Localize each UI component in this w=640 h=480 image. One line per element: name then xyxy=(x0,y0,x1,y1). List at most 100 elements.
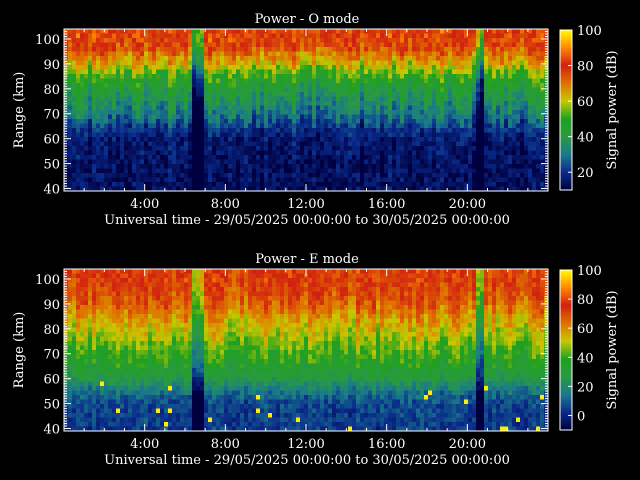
heatmap-cell xyxy=(104,155,109,160)
heatmap-cell xyxy=(420,132,425,138)
heatmap-cell xyxy=(432,173,437,178)
heatmap-cell xyxy=(516,92,521,97)
heatmap-cell xyxy=(444,177,449,183)
heatmap-cell xyxy=(528,164,533,169)
heatmap-cell xyxy=(360,137,365,142)
heatmap-cell xyxy=(480,83,485,88)
heatmap-cell xyxy=(80,159,85,165)
heatmap-cell xyxy=(248,168,253,174)
heatmap-cell xyxy=(448,159,453,165)
heatmap-cell xyxy=(92,114,97,120)
heatmap-cell xyxy=(320,87,325,93)
heatmap-cell xyxy=(228,128,233,133)
heatmap-cell xyxy=(428,146,433,151)
heatmap-cell xyxy=(528,92,533,97)
heatmap-cell xyxy=(244,101,249,106)
heatmap-cell xyxy=(152,141,157,147)
heatmap-cell xyxy=(492,273,497,279)
heatmap-cell xyxy=(168,29,173,34)
heatmap-cell xyxy=(280,119,285,124)
heatmap-cell xyxy=(356,56,361,61)
heatmap-cell xyxy=(300,182,305,187)
heatmap-cell xyxy=(256,137,261,142)
heatmap-cell xyxy=(256,278,261,283)
heatmap-cell xyxy=(464,137,469,142)
heatmap-cell xyxy=(476,29,481,34)
heatmap-cell xyxy=(312,123,317,129)
heatmap-cell xyxy=(140,150,145,156)
heatmap-cell xyxy=(540,33,545,39)
heatmap-cell xyxy=(484,128,489,133)
heatmap-cell xyxy=(444,29,449,34)
heatmap-cell xyxy=(272,96,277,102)
heatmap-cell xyxy=(368,38,373,43)
heatmap-cell xyxy=(380,177,385,183)
heatmap-cell xyxy=(212,38,217,43)
heatmap-cell xyxy=(520,123,525,129)
heatmap-cell xyxy=(176,83,181,88)
heatmap-cell xyxy=(384,164,389,169)
heatmap-cell xyxy=(256,159,261,165)
heatmap-cell xyxy=(276,51,281,57)
heatmap-cell xyxy=(384,278,389,283)
heatmap-cell xyxy=(316,146,321,151)
heatmap-cell xyxy=(316,87,321,93)
heatmap-cell xyxy=(212,128,217,133)
heatmap-cell xyxy=(492,177,497,183)
heatmap-cell xyxy=(508,150,513,156)
heatmap-cell xyxy=(68,137,73,142)
heatmap-cell xyxy=(200,38,205,43)
heatmap-cell xyxy=(384,105,389,111)
heatmap-cell xyxy=(92,105,97,111)
heatmap-cell xyxy=(76,96,81,102)
heatmap-cell xyxy=(508,83,513,88)
heatmap-cell xyxy=(112,114,117,120)
heatmap-cell xyxy=(440,150,445,156)
heatmap-cell xyxy=(240,78,245,84)
heatmap-cell xyxy=(192,164,197,169)
heatmap-cell xyxy=(460,69,465,75)
heatmap-cell xyxy=(96,56,101,61)
heatmap-cell xyxy=(288,47,293,52)
heatmap-cell xyxy=(516,74,521,79)
heatmap-cell xyxy=(416,56,421,61)
heatmap-cell xyxy=(88,114,93,120)
heatmap-cell xyxy=(484,273,489,279)
heatmap-cell xyxy=(332,96,337,102)
heatmap-cell xyxy=(464,155,469,160)
heatmap-cell xyxy=(184,51,189,57)
heatmap-cell xyxy=(356,177,361,183)
heatmap-cell xyxy=(92,128,97,133)
heatmap-cell xyxy=(332,60,337,66)
heatmap-cell xyxy=(528,42,533,48)
heatmap-cell xyxy=(104,159,109,165)
heatmap-cell xyxy=(84,141,89,147)
heatmap-cell xyxy=(488,60,493,66)
heatmap-cell xyxy=(532,273,537,279)
heatmap-cell xyxy=(320,168,325,174)
heatmap-cell xyxy=(464,87,469,93)
heatmap-cell xyxy=(404,173,409,178)
heatmap-cell xyxy=(424,269,429,274)
heatmap-cell xyxy=(396,47,401,52)
heatmap-cell xyxy=(160,164,165,169)
heatmap-cell xyxy=(264,146,269,151)
heatmap-cell xyxy=(272,155,277,160)
heatmap-cell xyxy=(212,278,217,283)
heatmap-cell xyxy=(316,278,321,283)
heatmap-cell xyxy=(460,173,465,178)
heatmap-cell xyxy=(212,60,217,66)
heatmap-cell xyxy=(484,74,489,79)
heatmap-cell xyxy=(188,78,193,84)
heatmap-cell xyxy=(140,159,145,165)
heatmap-cell xyxy=(92,33,97,39)
heatmap-cell xyxy=(376,101,381,106)
heatmap-cell xyxy=(204,164,209,169)
heatmap-cell xyxy=(400,105,405,111)
heatmap-cell xyxy=(236,87,241,93)
heatmap-cell xyxy=(324,51,329,57)
heatmap-cell xyxy=(180,60,185,66)
heatmap-cell xyxy=(352,92,357,97)
heatmap-cell xyxy=(388,132,393,138)
heatmap-cell xyxy=(316,51,321,57)
